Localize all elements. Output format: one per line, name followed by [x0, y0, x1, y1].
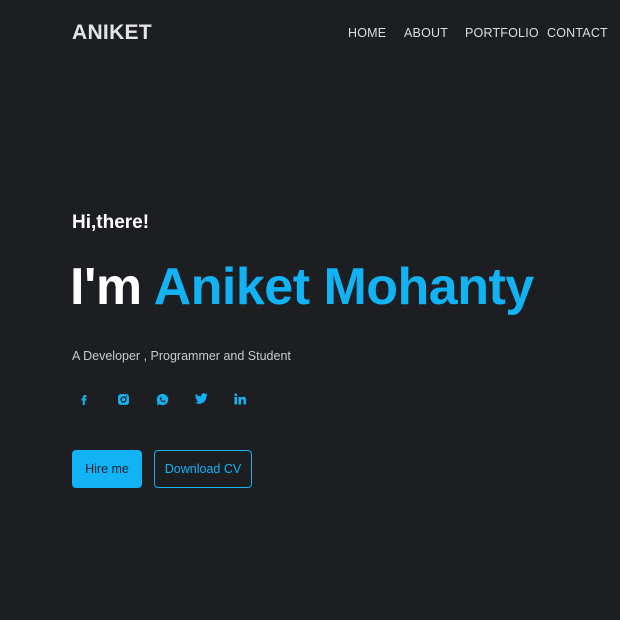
social-links [72, 387, 272, 411]
hero-tagline: A Developer , Programmer and Student [72, 349, 291, 363]
linkedin-link[interactable] [228, 387, 252, 411]
headline-prefix: I'm [70, 258, 142, 316]
hire-me-button[interactable]: Hire me [72, 450, 142, 488]
instagram-link[interactable] [111, 387, 135, 411]
twitter-icon [194, 393, 208, 405]
nav-link-contact[interactable]: CONTACT [547, 25, 608, 41]
hero-greeting: Hi,there! [72, 212, 150, 233]
headline-name: Aniket Mohanty [153, 258, 535, 316]
navbar: ANIKET HOME ABOUT PORTFOLIO CONTACT [0, 0, 620, 64]
nav-link-home[interactable]: HOME [348, 25, 386, 41]
facebook-icon [78, 393, 90, 405]
twitter-link[interactable] [189, 387, 213, 411]
nav-link-portfolio[interactable]: PORTFOLIO [465, 25, 539, 41]
nav-link-about[interactable]: ABOUT [404, 25, 448, 41]
nav-menu: HOME ABOUT PORTFOLIO CONTACT [0, 25, 620, 41]
download-cv-button[interactable]: Download CV [154, 450, 252, 488]
linkedin-icon [234, 393, 246, 405]
instagram-icon [117, 393, 130, 406]
whatsapp-link[interactable] [150, 387, 174, 411]
portfolio-page: ANIKET HOME ABOUT PORTFOLIO CONTACT Hi,t… [0, 0, 620, 620]
hero-headline: I'm Aniket Mohanty [70, 254, 534, 320]
whatsapp-icon [156, 393, 169, 406]
facebook-link[interactable] [72, 387, 96, 411]
